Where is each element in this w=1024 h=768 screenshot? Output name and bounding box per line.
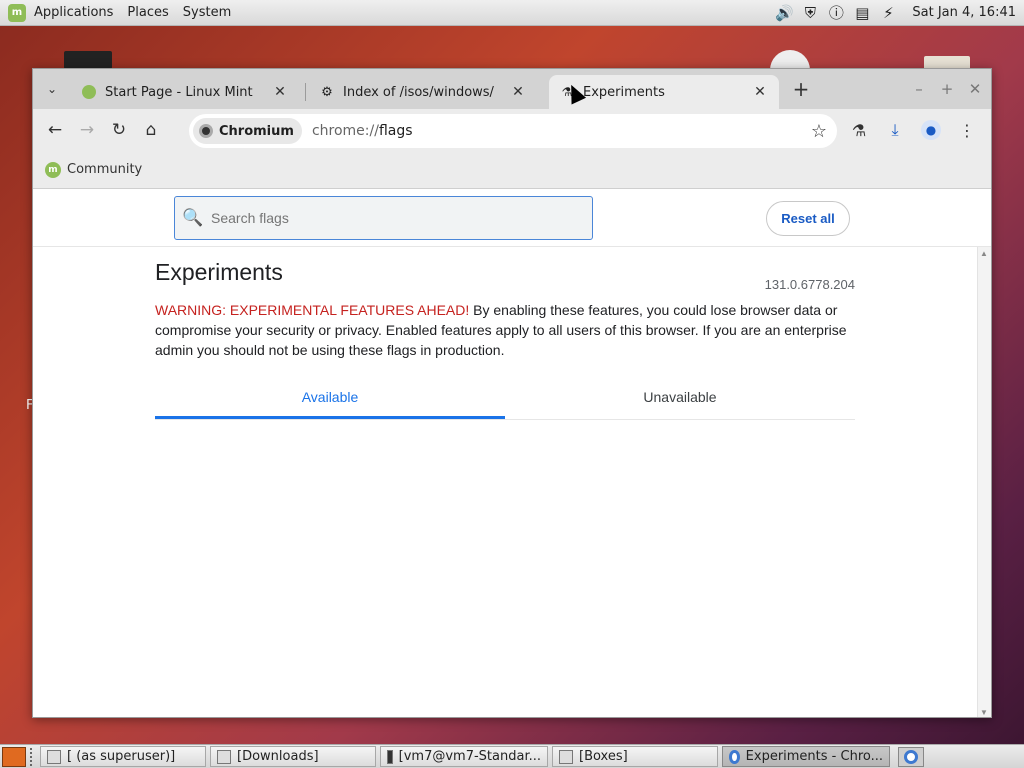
show-desktop-button[interactable] bbox=[2, 746, 26, 767]
close-tab-icon[interactable]: ✕ bbox=[751, 83, 769, 101]
top-panel: m Applications Places System 🔊 ⛨ ⓘ ▤ ⚡ S… bbox=[0, 0, 1024, 26]
tab-title: Start Page - Linux Mint bbox=[105, 84, 253, 100]
download-icon[interactable]: ⤓ bbox=[879, 114, 911, 146]
folder-icon bbox=[217, 749, 231, 764]
bookmark-star-icon[interactable]: ☆ bbox=[811, 121, 827, 142]
page-scrollbar[interactable]: ▲ ▼ bbox=[977, 247, 991, 717]
flags-content: Experiments 131.0.6778.204 WARNING: EXPE… bbox=[155, 259, 855, 420]
volume-icon[interactable]: 🔊 bbox=[774, 3, 794, 23]
tab-search-chevron-icon[interactable]: ⌄ bbox=[39, 77, 65, 101]
browser-toolbar: ← → ↻ ⌂ Chromium chrome://flags ☆ ⚗ ⤓ ● … bbox=[33, 109, 991, 151]
menu-applications[interactable]: Applications bbox=[34, 5, 113, 20]
tab-unavailable[interactable]: Unavailable bbox=[505, 384, 855, 419]
flask-icon[interactable]: ⚗ bbox=[843, 114, 875, 146]
chromium-icon bbox=[199, 124, 213, 138]
avatar-icon: ● bbox=[921, 120, 941, 140]
tab-title: Index of /isos/windows/ bbox=[343, 84, 494, 100]
url-path: flags bbox=[378, 123, 413, 139]
clock[interactable]: Sat Jan 4, 16:41 bbox=[912, 5, 1016, 20]
bookmarks-bar: m Community bbox=[33, 151, 991, 189]
system-tray: 🔊 ⛨ ⓘ ▤ ⚡ Sat Jan 4, 16:41 bbox=[774, 3, 1024, 23]
server-icon: ⚙ bbox=[321, 84, 333, 100]
taskbar-item-superuser[interactable]: [ (as superuser)] bbox=[40, 746, 206, 767]
network-icon[interactable]: ⚡ bbox=[878, 3, 898, 23]
site-info-chip[interactable]: Chromium bbox=[193, 118, 302, 144]
boxes-icon bbox=[559, 749, 573, 764]
panel-grip[interactable] bbox=[30, 747, 36, 766]
taskbar-label: [Downloads] bbox=[237, 749, 319, 764]
profile-button[interactable]: ● bbox=[915, 114, 947, 146]
menu-kebab-icon[interactable]: ⋮ bbox=[951, 114, 983, 146]
taskbar-item-experiments[interactable]: Experiments - Chro... bbox=[722, 746, 890, 767]
desktop-icon[interactable] bbox=[64, 51, 112, 69]
url-scheme: chrome:// bbox=[311, 123, 379, 139]
reload-icon[interactable]: ↻ bbox=[103, 114, 135, 146]
close-tab-icon[interactable]: ✕ bbox=[509, 83, 527, 101]
clipboard-icon[interactable]: ▤ bbox=[852, 3, 872, 23]
linux-mint-icon: m bbox=[45, 161, 61, 178]
menu-system[interactable]: System bbox=[183, 5, 231, 20]
search-box[interactable]: 🔍 bbox=[174, 196, 593, 240]
close-window-icon[interactable]: ✕ bbox=[963, 77, 987, 101]
linux-mint-icon bbox=[81, 84, 97, 100]
scroll-down-icon[interactable]: ▼ bbox=[980, 708, 988, 717]
flags-page: 🔍 Reset all Experiments 131.0.6778.204 W… bbox=[33, 189, 991, 717]
browser-window: ⌄ Start Page - Linux Mint ✕ ⚙ Index of /… bbox=[32, 68, 992, 718]
warning-text: WARNING: EXPERIMENTAL FEATURES AHEAD! By… bbox=[155, 300, 855, 360]
toolbar-actions: ⚗ ⤓ ● ⋮ bbox=[843, 114, 983, 146]
tab-index-isos[interactable]: ⚙ Index of /isos/windows/ ✕ bbox=[309, 75, 537, 109]
scroll-up-icon[interactable]: ▲ bbox=[980, 249, 988, 258]
warning-prefix: WARNING: EXPERIMENTAL FEATURES AHEAD! bbox=[155, 302, 470, 318]
terminal-icon bbox=[387, 749, 393, 764]
shield-icon[interactable]: ⛨ bbox=[800, 3, 820, 23]
taskbar-item-boxes[interactable]: [Boxes] bbox=[552, 746, 718, 767]
text-editor-icon bbox=[47, 749, 61, 764]
taskbar-label: [ (as superuser)] bbox=[67, 749, 176, 764]
maximize-icon[interactable]: + bbox=[935, 77, 959, 101]
bookmark-community[interactable]: Community bbox=[67, 162, 142, 177]
menu-places[interactable]: Places bbox=[127, 5, 168, 20]
tab-title: Experiments bbox=[583, 84, 665, 100]
flags-search-row: 🔍 Reset all bbox=[33, 189, 991, 247]
taskbar-item-terminal[interactable]: [vm7@vm7-Standar... bbox=[380, 746, 548, 767]
chromium-tray-icon[interactable] bbox=[898, 746, 924, 767]
url-text[interactable]: chrome://flags bbox=[312, 123, 413, 139]
bottom-panel: [ (as superuser)] [Downloads] [vm7@vm7-S… bbox=[0, 744, 1024, 768]
linux-mint-menu-icon[interactable]: m bbox=[8, 3, 26, 22]
flags-tabs: Available Unavailable bbox=[155, 384, 855, 420]
new-tab-button[interactable]: + bbox=[789, 77, 813, 101]
forward-icon[interactable]: → bbox=[71, 114, 103, 146]
taskbar-label: Experiments - Chro... bbox=[745, 749, 883, 764]
tab-separator bbox=[305, 83, 306, 101]
chromium-icon bbox=[729, 749, 740, 764]
tab-available[interactable]: Available bbox=[155, 384, 505, 419]
update-notifier-icon[interactable]: ⓘ bbox=[826, 3, 846, 23]
close-tab-icon[interactable]: ✕ bbox=[271, 83, 289, 101]
chip-label: Chromium bbox=[219, 123, 294, 139]
tab-strip: ⌄ Start Page - Linux Mint ✕ ⚙ Index of /… bbox=[33, 69, 991, 109]
address-bar[interactable]: Chromium chrome://flags ☆ bbox=[189, 114, 837, 148]
back-icon[interactable]: ← bbox=[39, 114, 71, 146]
tab-start-page[interactable]: Start Page - Linux Mint ✕ bbox=[71, 75, 299, 109]
page-title: Experiments bbox=[155, 259, 283, 285]
version-label: 131.0.6778.204 bbox=[764, 277, 855, 292]
taskbar-label: [Boxes] bbox=[579, 749, 628, 764]
taskbar-label: [vm7@vm7-Standar... bbox=[398, 749, 541, 764]
search-icon: 🔍 bbox=[182, 208, 204, 227]
minimize-icon[interactable]: – bbox=[907, 77, 931, 101]
search-input[interactable] bbox=[211, 210, 571, 226]
home-icon[interactable]: ⌂ bbox=[135, 114, 167, 146]
taskbar-item-downloads[interactable]: [Downloads] bbox=[210, 746, 376, 767]
reset-all-button[interactable]: Reset all bbox=[766, 201, 850, 236]
